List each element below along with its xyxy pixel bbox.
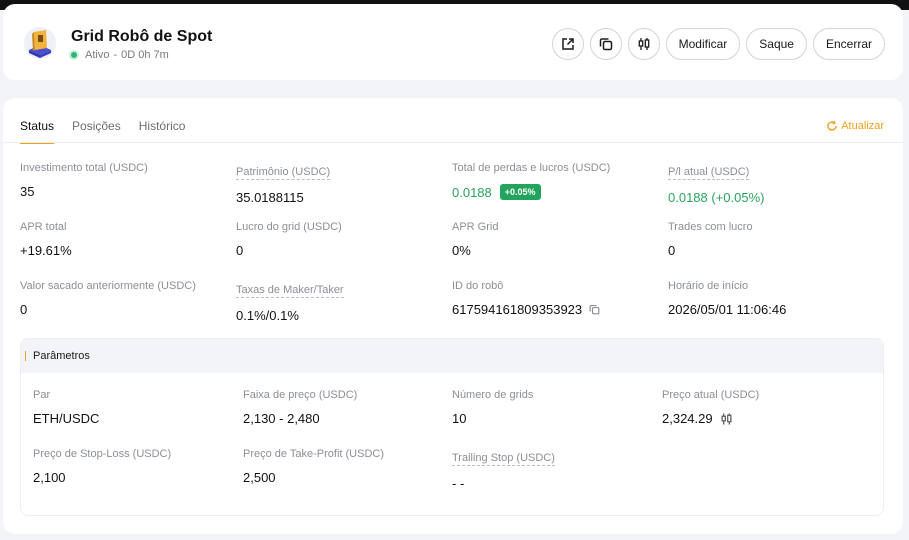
param-value: ETH/USDC <box>33 411 100 426</box>
copy-icon <box>599 38 612 51</box>
stat-value: 0 <box>668 243 676 258</box>
stat-label: Trades com lucro <box>668 221 753 233</box>
param-value: - - <box>452 476 465 491</box>
refresh-label: Atualizar <box>841 120 884 132</box>
bot-header: Grid Robô de Spot Ativo - 0D 0h 7m Modif… <box>3 4 903 80</box>
stat-value-row: 0.0188 +0.05% <box>452 184 662 200</box>
param-value: 2,324.29 <box>662 411 713 426</box>
param-value-row: 2,324.29 <box>662 411 872 426</box>
bot-details-card: Status Posições Histórico Atualizar Inve… <box>3 98 903 534</box>
external-link-icon <box>561 38 574 50</box>
stat-label[interactable]: P/l atual (USDC) <box>668 166 750 180</box>
param-label: Faixa de preço (USDC) <box>243 389 358 401</box>
param-pair: Par ETH/USDC <box>33 389 243 426</box>
accent-bar <box>25 351 26 361</box>
stat-value: 0 <box>20 302 28 317</box>
stat-grid-profit: Lucro do grid (USDC) 0 <box>236 221 446 258</box>
chart-button[interactable] <box>627 28 660 60</box>
stat-label: Investimento total (USDC) <box>20 162 148 174</box>
stat-label: Valor sacado anteriormente (USDC) <box>20 280 196 292</box>
active-status-dot <box>69 50 79 60</box>
stat-total-apr: APR total +19.61% <box>20 221 230 258</box>
param-label: Par <box>33 389 51 401</box>
stat-total-investment: Investimento total (USDC) 35 <box>20 162 230 199</box>
param-stop-loss: Preço de Stop-Loss (USDC) 2,100 <box>33 448 243 485</box>
parameters-title: Parâmetros <box>33 350 90 362</box>
modify-button[interactable]: Modificar <box>665 28 741 60</box>
refresh-icon <box>827 120 837 131</box>
param-take-profit: Preço de Take-Profit (USDC) 2,500 <box>243 448 453 485</box>
stat-label[interactable]: Patrimônio (USDC) <box>236 166 331 180</box>
bot-status: Ativo - 0D 0h 7m <box>69 49 169 61</box>
stat-fees: Taxas de Maker/Taker 0.1%/0.1% <box>236 280 446 323</box>
stat-grid-apr: APR Grid 0% <box>452 221 662 258</box>
tab-status[interactable]: Status <box>20 119 55 144</box>
stat-label: APR Grid <box>452 221 499 233</box>
stat-label: Horário de início <box>668 280 749 292</box>
stat-label: APR total <box>20 221 67 233</box>
stat-value: 35 <box>20 184 35 199</box>
run-duration: 0D 0h 7m <box>121 49 169 61</box>
status-separator: - <box>113 49 118 61</box>
stat-label: Lucro do grid (USDC) <box>236 221 342 233</box>
stat-value: 0.0188 (+0.05%) <box>668 190 765 205</box>
parameters-header: Parâmetros <box>21 339 883 373</box>
share-button[interactable] <box>551 28 584 60</box>
stat-label: ID do robô <box>452 280 504 292</box>
param-grid-count: Número de grids 10 <box>452 389 662 426</box>
stat-value: 0.1%/0.1% <box>236 308 299 323</box>
stat-label[interactable]: Taxas de Maker/Taker <box>236 284 344 298</box>
tab-history[interactable]: Histórico <box>139 119 186 144</box>
param-value: 10 <box>452 411 467 426</box>
stat-start-time: Horário de início 2026/05/01 11:06:46 <box>668 280 878 317</box>
stat-label: Total de perdas e lucros (USDC) <box>452 162 611 174</box>
grid-bot-logo-icon <box>23 24 57 60</box>
param-price-range: Faixa de preço (USDC) 2,130 - 2,480 <box>243 389 453 426</box>
param-label: Preço atual (USDC) <box>662 389 760 401</box>
parameters-panel: Parâmetros Par ETH/USDC Faixa de preço (… <box>20 338 884 516</box>
header-actions: Modificar Saque Encerrar <box>551 28 885 60</box>
param-label: Número de grids <box>452 389 534 401</box>
tab-bar: Status Posições Histórico <box>20 119 185 144</box>
param-value: 2,500 <box>243 470 276 485</box>
tab-positions[interactable]: Posições <box>72 119 121 144</box>
stat-value: 617594161809353923 <box>452 302 583 317</box>
stat-value-row: 617594161809353923 <box>452 302 662 317</box>
stat-value: 0 <box>236 243 244 258</box>
stat-value: 2026/05/01 11:06:46 <box>668 302 787 317</box>
stat-bot-id: ID do robô 617594161809353923 <box>452 280 662 317</box>
copy-button[interactable] <box>589 28 622 60</box>
stat-previously-withdrawn: Valor sacado anteriormente (USDC) 0 <box>20 280 230 317</box>
stat-value: 35.0188115 <box>236 190 304 205</box>
withdraw-button[interactable]: Saque <box>746 28 807 60</box>
close-bot-button[interactable]: Encerrar <box>812 28 885 60</box>
stat-value: 0% <box>452 243 471 258</box>
page-title: Grid Robô de Spot <box>71 28 213 45</box>
param-label: Preço de Take-Profit (USDC) <box>243 448 385 460</box>
candlestick-icon[interactable] <box>720 412 733 426</box>
param-current-price: Preço atual (USDC) 2,324.29 <box>662 389 872 426</box>
param-value: 2,100 <box>33 470 66 485</box>
status-text: Ativo <box>85 49 110 61</box>
stat-total-pnl: Total de perdas e lucros (USDC) 0.0188 +… <box>452 162 662 200</box>
stat-equity: Patrimônio (USDC) 35.0188115 <box>236 162 446 205</box>
param-label[interactable]: Trailing Stop (USDC) <box>452 452 555 466</box>
pnl-percent-badge: +0.05% <box>499 184 541 200</box>
param-label: Preço de Stop-Loss (USDC) <box>33 448 172 460</box>
candlestick-icon <box>638 38 649 50</box>
param-value: 2,130 - 2,480 <box>243 411 320 426</box>
refresh-button[interactable]: Atualizar <box>826 120 884 132</box>
stat-profitable-trades: Trades com lucro 0 <box>668 221 878 258</box>
param-trailing-stop: Trailing Stop (USDC) - - <box>452 448 662 491</box>
copy-id-icon[interactable] <box>589 304 600 315</box>
stat-value: +19.61% <box>20 243 72 258</box>
stat-value: 0.0188 <box>452 184 492 200</box>
stat-current-pnl: P/l atual (USDC) 0.0188 (+0.05%) <box>668 162 878 205</box>
tab-divider <box>3 142 903 143</box>
